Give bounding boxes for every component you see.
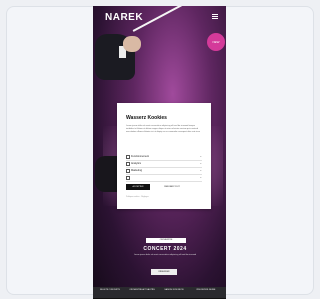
cookie-policy-links[interactable]: Politique cookies · Réglages bbox=[126, 196, 149, 198]
conductor-hand-image bbox=[123, 36, 141, 52]
checkbox-icon[interactable] bbox=[126, 162, 130, 166]
chevron-down-icon[interactable]: ⌄ bbox=[199, 154, 202, 158]
checkbox-icon[interactable] bbox=[126, 155, 130, 159]
bottom-nav-item[interactable]: BILLETS CONCERTS bbox=[97, 289, 123, 292]
chevron-down-icon[interactable]: ⌄ bbox=[199, 168, 202, 172]
bottom-nav-item[interactable]: ORCHESTRE ACTUALITÉS bbox=[129, 289, 155, 292]
chevron-down-icon[interactable]: ⌄ bbox=[199, 175, 202, 179]
hamburger-menu-icon[interactable] bbox=[212, 14, 218, 19]
hero-cta-button[interactable]: RÉSERVER bbox=[151, 269, 177, 275]
dialog-description: Lorem ipsum dolor sit amet consectetur a… bbox=[126, 125, 201, 133]
deny-cookies-button[interactable]: REFUSER TOUT bbox=[157, 184, 187, 190]
cookie-option-label: Analytics bbox=[131, 161, 142, 165]
dialog-title: Wasserz Kookies bbox=[126, 115, 167, 121]
checkbox-icon[interactable] bbox=[126, 176, 130, 180]
hero-title: CONCERT 2024 bbox=[143, 246, 187, 252]
cookie-option-label: Functionnement bbox=[131, 154, 149, 158]
promo-badge[interactable]: NEW bbox=[207, 33, 225, 51]
cookie-option-row[interactable]: Functionnement ⌄ bbox=[126, 154, 202, 161]
mobile-page-screenshot: NAREK NEW Wasserz Kookies Lorem ipsum do… bbox=[93, 6, 226, 299]
site-logo[interactable]: NAREK bbox=[105, 12, 143, 23]
cookie-option-row[interactable]: ⌄ bbox=[126, 175, 202, 182]
bottom-nav-item[interactable]: SAISON 2024 INFOS bbox=[161, 289, 187, 292]
checkbox-icon[interactable] bbox=[126, 169, 130, 173]
cookie-option-label: Marketing bbox=[131, 168, 142, 172]
bottom-nav-item[interactable]: ÉDUCATION JEUNE bbox=[193, 289, 219, 292]
chevron-down-icon[interactable]: ⌄ bbox=[199, 161, 202, 165]
cookie-option-row[interactable]: Analytics ⌄ bbox=[126, 161, 202, 168]
hero-category-chip[interactable]: ORCHESTRE bbox=[146, 238, 186, 243]
bottom-navigation: BILLETS CONCERTS ORCHESTRE ACTUALITÉS SA… bbox=[93, 287, 226, 299]
cookie-consent-dialog: Wasserz Kookies Lorem ipsum dolor sit am… bbox=[117, 103, 211, 209]
hero-subtitle: Lorem ipsum dolor sit amet consectetur a… bbox=[133, 254, 197, 256]
cookie-option-row[interactable]: Marketing ⌄ bbox=[126, 168, 202, 175]
accept-cookies-button[interactable]: ACCEPTER bbox=[126, 184, 150, 190]
